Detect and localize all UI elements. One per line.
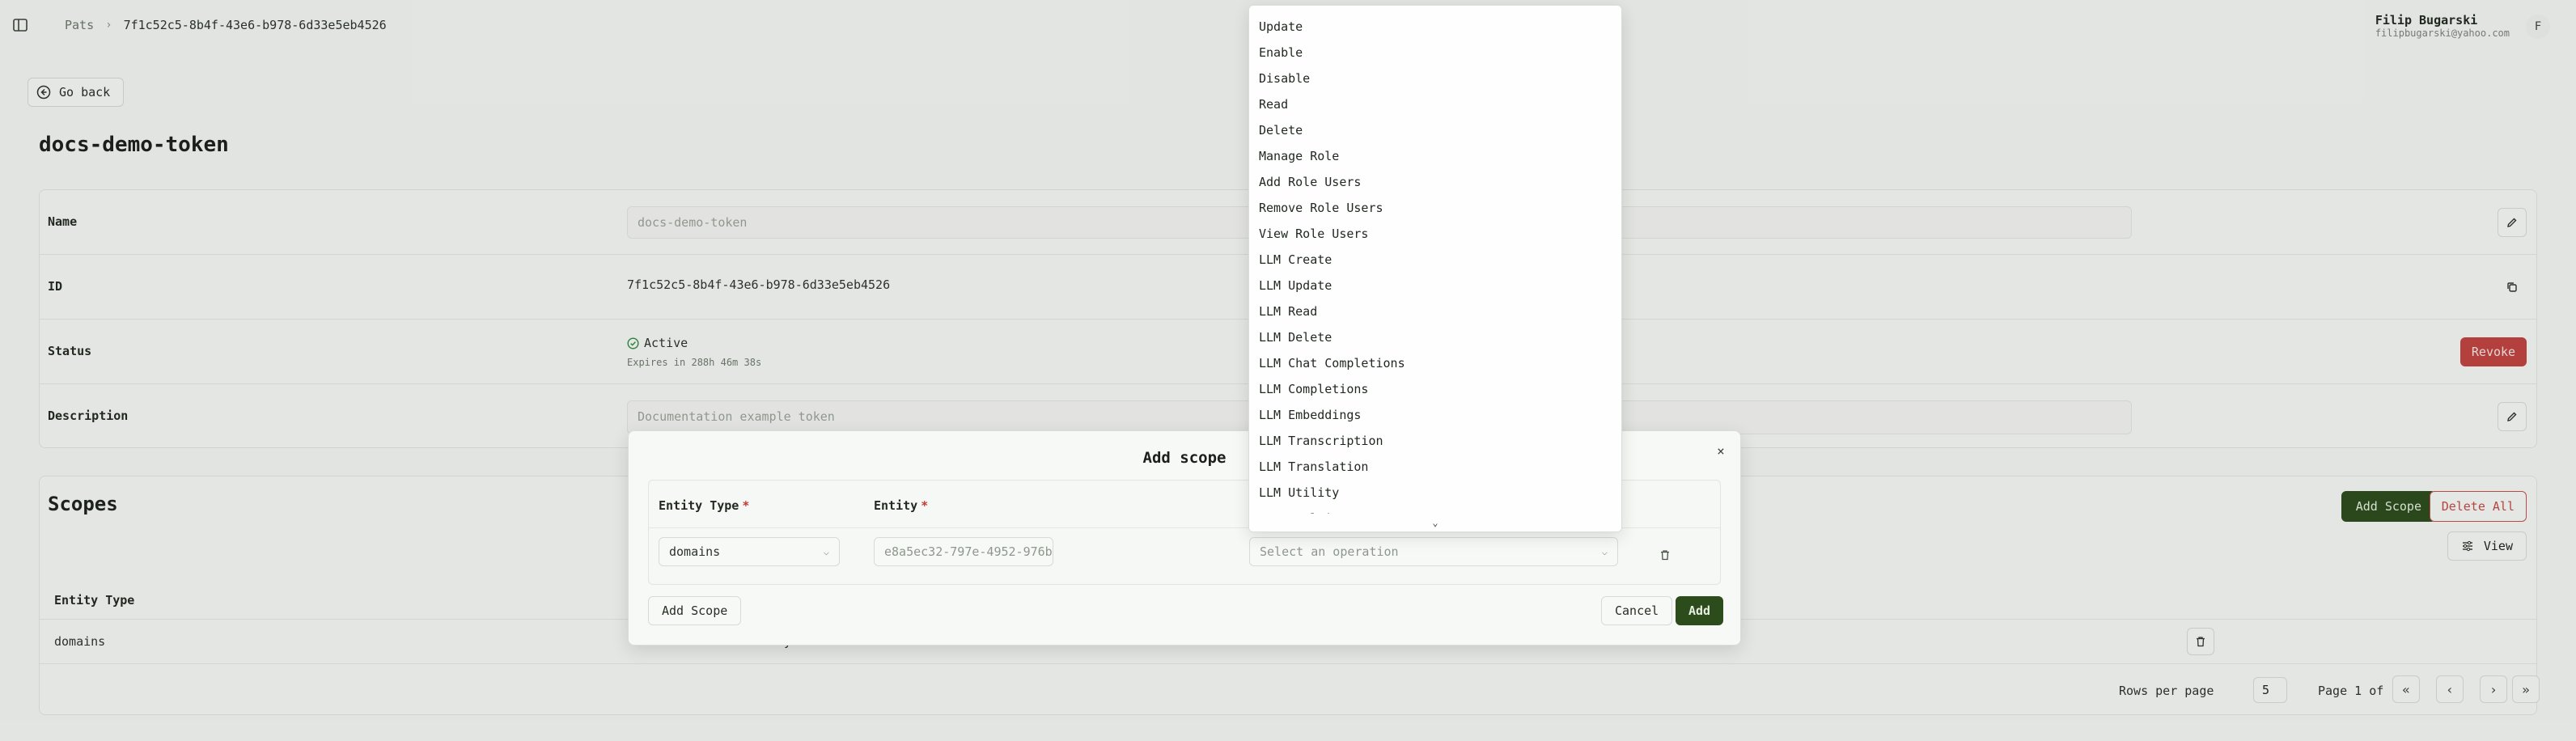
close-icon[interactable]: × <box>1713 442 1729 459</box>
add-button[interactable]: Add <box>1676 596 1724 625</box>
operation-option-update[interactable]: Update <box>1249 14 1621 40</box>
entity-type-label: Entity Type <box>659 498 739 513</box>
required-mark: * <box>742 498 750 513</box>
operation-option-add-role-users[interactable]: Add Role Users <box>1249 169 1621 195</box>
operation-placeholder: Select an operation <box>1260 544 1399 559</box>
operation-option-disable[interactable]: Disable <box>1249 66 1621 91</box>
operation-dropdown: Update Enable Disable Read Delete Manage… <box>1248 5 1622 532</box>
operation-option-llm-translation[interactable]: LLM Translation <box>1249 454 1621 480</box>
modal-add-scope-button[interactable]: Add Scope <box>648 596 742 625</box>
scroll-down-icon[interactable]: ⌄ <box>1249 514 1621 531</box>
operation-option-enable[interactable]: Enable <box>1249 40 1621 66</box>
entity-type-select[interactable]: domains ⌵ <box>659 537 840 566</box>
cancel-button[interactable]: Cancel <box>1601 596 1673 625</box>
operation-option-llm-transcription[interactable]: LLM Transcription <box>1249 428 1621 454</box>
entity-input[interactable]: e8a5ec32-797e-4952-976b- <box>874 537 1053 566</box>
operation-list: Update Enable Disable Read Delete Manage… <box>1249 14 1621 531</box>
operation-option-delete[interactable]: Delete <box>1249 117 1621 143</box>
operation-option-llm-update[interactable]: LLM Update <box>1249 273 1621 299</box>
operation-option-llm-completions[interactable]: LLM Completions <box>1249 376 1621 402</box>
remove-scope-row-button[interactable] <box>1652 542 1678 568</box>
chevron-down-icon: ⌵ <box>823 546 829 557</box>
operation-option-llm-embeddings[interactable]: LLM Embeddings <box>1249 402 1621 428</box>
entity-label: Entity <box>874 498 918 513</box>
operation-option-llm-create[interactable]: LLM Create <box>1249 247 1621 273</box>
operation-option-remove-role-users[interactable]: Remove Role Users <box>1249 195 1621 221</box>
operation-option-read[interactable]: Read <box>1249 91 1621 117</box>
chevron-down-icon: ⌵ <box>1601 546 1608 557</box>
operation-option-manage-role[interactable]: Manage Role <box>1249 143 1621 169</box>
operation-option-llm-utility[interactable]: LLM Utility <box>1249 480 1621 506</box>
operation-select[interactable]: Select an operation ⌵ <box>1249 537 1618 566</box>
column-entity: Entity * <box>874 498 928 513</box>
operation-option-view-role-users[interactable]: View Role Users <box>1249 221 1621 247</box>
entity-type-value: domains <box>669 544 721 559</box>
trash-icon <box>1659 549 1671 561</box>
required-mark: * <box>921 498 929 513</box>
column-entity-type: Entity Type * <box>659 498 749 513</box>
operation-option-llm-chat-completions[interactable]: LLM Chat Completions <box>1249 350 1621 376</box>
operation-option-llm-read[interactable]: LLM Read <box>1249 299 1621 324</box>
operation-option-llm-delete[interactable]: LLM Delete <box>1249 324 1621 350</box>
